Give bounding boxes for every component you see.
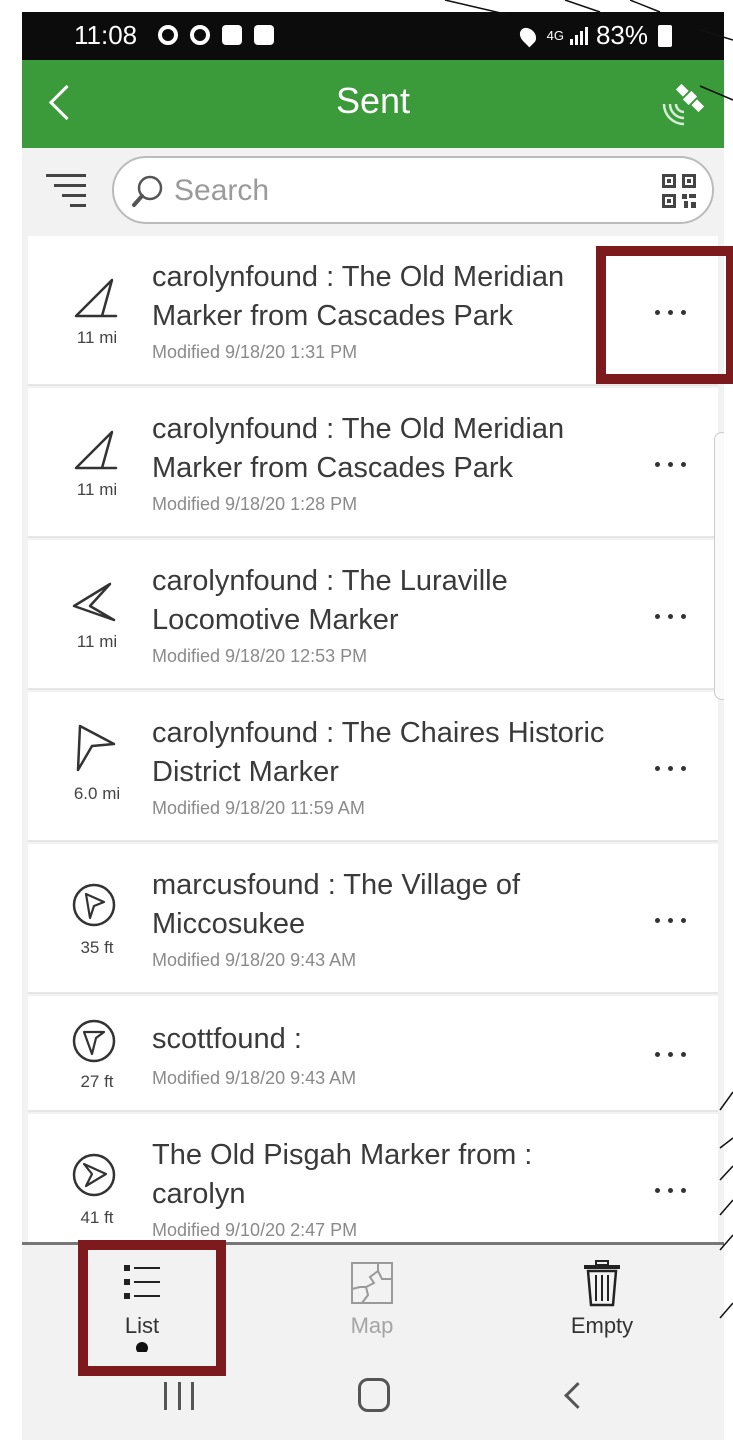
item-distance: 27 ft xyxy=(80,1072,114,1091)
qr-code-icon[interactable] xyxy=(660,172,698,210)
list-item[interactable]: 41 ft The Old Pisgah Marker from : carol… xyxy=(28,1114,718,1242)
location-icon xyxy=(516,24,539,47)
status-bar: 11:08 4G 83% xyxy=(22,12,724,60)
list-item[interactable]: 35 ft marcusfound : The Village of Micco… xyxy=(28,844,718,994)
item-modified: Modified 9/10/20 2:47 PM xyxy=(152,1220,358,1240)
status-time: 11:08 xyxy=(74,20,138,50)
bottom-tab-bar: List Map Empty xyxy=(22,1242,724,1355)
circled-direction-icon xyxy=(72,883,116,927)
status-right: 4G 83% xyxy=(516,20,672,51)
shopping-bag-icon xyxy=(254,25,274,45)
edge-panel-handle[interactable] xyxy=(714,432,724,700)
circled-direction-icon xyxy=(72,1153,116,1197)
battery-percent: 83% xyxy=(595,20,648,50)
item-title: carolynfound : The Chaires Historic Dist… xyxy=(152,717,605,788)
direction-arrow-icon xyxy=(76,724,116,772)
network-type: 4G xyxy=(546,27,564,43)
phone-screen: 11:08 4G 83% Sent Search 11 mi carolynfo… xyxy=(22,12,724,1440)
item-title: carolynfound : The Old Meridian Marker f… xyxy=(152,261,565,332)
item-distance: 35 ft xyxy=(80,938,114,957)
tab-empty[interactable]: Empty xyxy=(522,1245,682,1355)
tab-empty-label: Empty xyxy=(570,1313,634,1338)
more-options-button[interactable] xyxy=(640,1170,700,1210)
item-modified: Modified 9/18/20 12:53 PM xyxy=(152,646,368,666)
notification-icons xyxy=(158,25,274,45)
item-modified: Modified 9/18/20 9:43 AM xyxy=(152,1068,357,1088)
direction-arrow-icon xyxy=(74,278,118,318)
item-distance: 11 mi xyxy=(76,328,118,347)
list-item[interactable]: 11 mi carolynfound : The Old Meridian Ma… xyxy=(28,236,718,386)
map-icon xyxy=(351,1262,393,1304)
search-input[interactable] xyxy=(174,168,634,214)
item-modified: Modified 9/18/20 11:59 AM xyxy=(152,798,365,818)
item-title: carolynfound : The Luraville Locomotive … xyxy=(152,565,508,636)
more-options-button[interactable] xyxy=(640,444,700,484)
list-item[interactable]: 27 ft scottfound : Modified 9/18/20 9:43… xyxy=(28,996,718,1112)
list-icon xyxy=(124,1265,160,1299)
tab-list-label: List xyxy=(124,1313,160,1338)
filter-button[interactable] xyxy=(44,170,88,210)
item-modified: Modified 9/18/20 1:28 PM xyxy=(152,494,358,514)
item-distance: 11 mi xyxy=(76,632,118,651)
item-title: marcusfound : The Village of Miccosukee xyxy=(152,869,521,940)
more-options-button[interactable] xyxy=(640,1034,700,1074)
page-title: Sent xyxy=(335,80,411,121)
gps-satellite-button[interactable] xyxy=(658,78,710,130)
item-distance: 6.0 mi xyxy=(73,784,121,803)
home-button[interactable] xyxy=(358,1378,390,1412)
item-modified: Modified 9/18/20 1:31 PM xyxy=(152,342,358,362)
system-back-button[interactable] xyxy=(562,1382,582,1408)
battery-icon xyxy=(658,24,672,47)
app-notification-icon xyxy=(190,25,210,45)
item-distance: 11 mi xyxy=(76,480,118,499)
item-title: scottfound : xyxy=(152,1023,302,1055)
tab-list[interactable]: List xyxy=(62,1245,222,1355)
system-nav-bar xyxy=(22,1352,724,1440)
tab-map-label: Map xyxy=(350,1313,394,1338)
list-item[interactable]: 11 mi carolynfound : The Old Meridian Ma… xyxy=(28,388,718,538)
item-title: The Old Pisgah Marker from : carolyn xyxy=(152,1139,533,1210)
recent-apps-button[interactable] xyxy=(164,1382,194,1410)
list-item[interactable]: 11 mi carolynfound : The Luraville Locom… xyxy=(28,540,718,690)
sent-list: 11 mi carolynfound : The Old Meridian Ma… xyxy=(22,236,724,1242)
tab-map[interactable]: Map xyxy=(292,1245,452,1355)
satellite-icon xyxy=(662,83,705,126)
signal-icon xyxy=(569,26,588,45)
more-options-button[interactable] xyxy=(640,596,700,636)
search-icon xyxy=(132,175,163,207)
more-options-button[interactable] xyxy=(640,292,700,332)
item-modified: Modified 9/18/20 9:43 AM xyxy=(152,950,357,970)
item-distance: 41 ft xyxy=(80,1208,114,1227)
more-options-button[interactable] xyxy=(640,748,700,788)
trash-icon xyxy=(584,1260,620,1307)
list-item[interactable]: 6.0 mi carolynfound : The Chaires Histor… xyxy=(28,692,718,842)
search-row xyxy=(22,148,724,236)
direction-arrow-icon xyxy=(72,582,116,622)
direction-arrow-icon xyxy=(74,430,118,470)
circled-direction-icon xyxy=(72,1019,116,1063)
item-title: carolynfound : The Old Meridian Marker f… xyxy=(152,413,565,484)
search-box xyxy=(112,156,714,224)
gallery-icon xyxy=(222,25,242,45)
app-header: Sent xyxy=(22,60,724,148)
app-notification-icon xyxy=(158,25,178,45)
more-options-button[interactable] xyxy=(640,900,700,940)
